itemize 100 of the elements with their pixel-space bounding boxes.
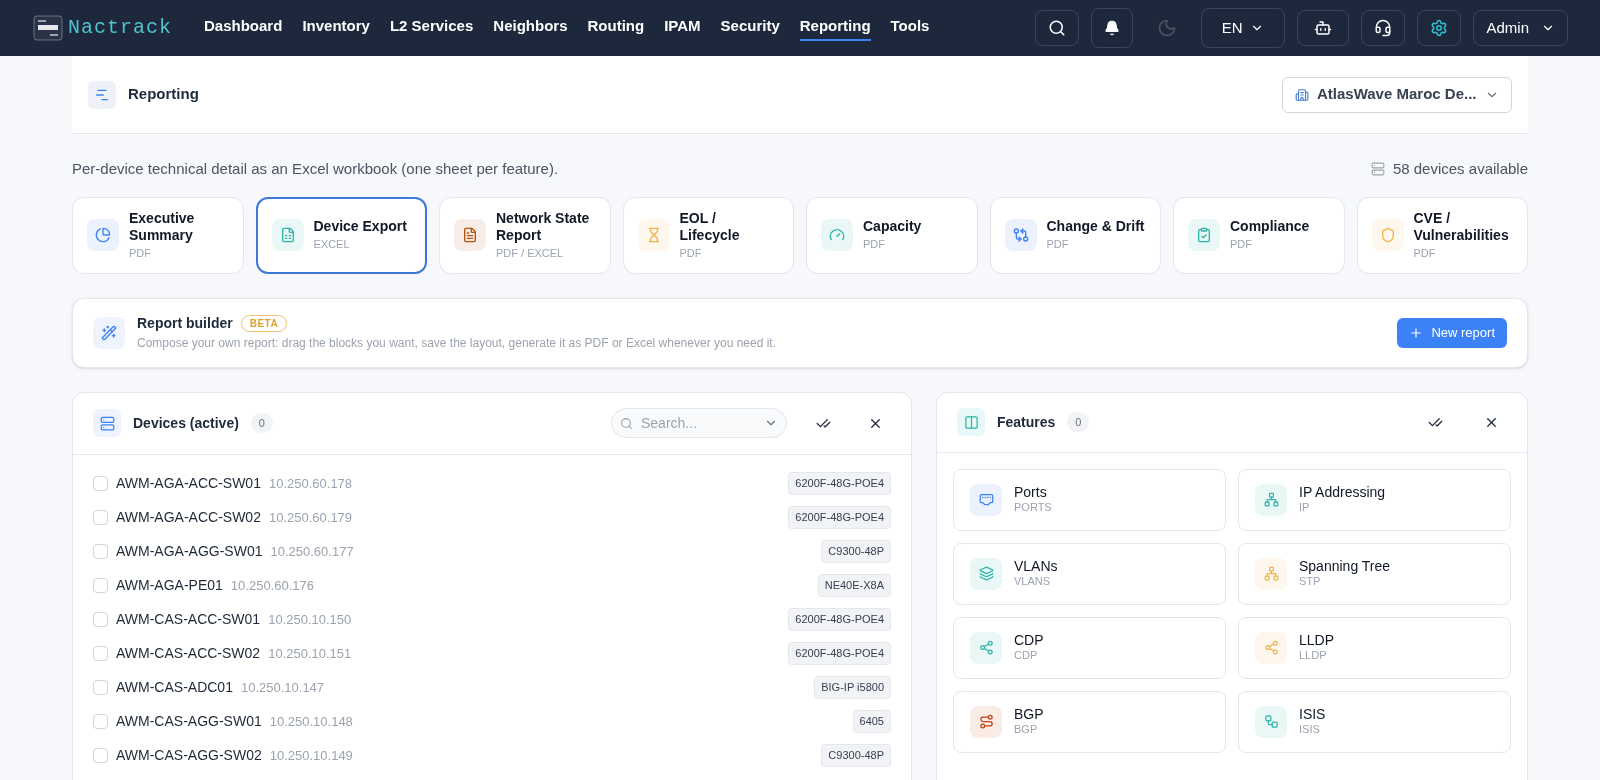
device-name: AWM-AGA-PE01 — [116, 576, 223, 595]
panel-title: Devices (active) — [133, 413, 239, 433]
report-type-card[interactable]: EOL / Lifecycle PDF — [622, 196, 794, 274]
device-ip: 10.250.10.149 — [269, 746, 353, 765]
feature-card[interactable]: IP Addressing IP — [1238, 468, 1511, 531]
nav-link[interactable]: L2 Services — [389, 14, 474, 42]
feature-title: LLDP — [1299, 631, 1335, 650]
report-type-card[interactable]: CVE / Vulnerabilities PDF — [1356, 196, 1528, 274]
nav-link[interactable]: Routing — [587, 14, 645, 42]
device-name: AWM-AGA-ACC-SW02 — [116, 508, 261, 527]
feature-code: VLANS — [1014, 575, 1052, 590]
device-name: AWM-CAS-AGG-SW01 — [116, 712, 262, 731]
user-menu-button[interactable]: Admin — [1473, 10, 1568, 46]
language-select[interactable]: EN — [1200, 8, 1286, 48]
feature-title: VLANs — [1014, 557, 1058, 576]
report-format: PDF — [129, 246, 152, 261]
panel-title: Features — [997, 412, 1056, 432]
nav-link[interactable]: Inventory — [302, 14, 370, 42]
settings-button[interactable] — [1417, 10, 1462, 46]
device-name: AWM-CAS-ADC01 — [116, 678, 233, 697]
report-format: EXCEL — [313, 237, 351, 252]
model-tag: 6200F-48G-POE4 — [788, 506, 891, 529]
device-ip: 10.250.10.150 — [268, 610, 352, 629]
report-type-card[interactable]: Compliance PDF — [1173, 196, 1345, 274]
model-tag: 6200F-48G-POE4 — [788, 642, 891, 665]
device-search-field[interactable]: Search... — [611, 408, 787, 438]
report-format: PDF — [863, 237, 886, 252]
notifications-button[interactable] — [1090, 8, 1133, 48]
plus-icon — [1409, 325, 1424, 340]
model-tag: C9300-48P — [821, 744, 891, 767]
checkbox[interactable] — [93, 544, 108, 559]
model-tag: 6200F-48G-POE4 — [788, 472, 891, 495]
report-type-card[interactable]: Executive Summary PDF — [72, 196, 244, 274]
search-input[interactable]: Search... — [641, 412, 741, 434]
nav-link[interactable]: Neighbors — [493, 14, 568, 42]
support-button[interactable] — [1361, 10, 1406, 46]
feature-card[interactable]: LLDP LLDP — [1238, 616, 1511, 679]
feature-code: CDP — [1014, 649, 1039, 664]
columns-icon — [957, 408, 985, 436]
site-select[interactable]: AtlasWave Maroc De... — [1282, 76, 1512, 113]
report-type-title: EOL / Lifecycle — [679, 209, 741, 245]
checkbox[interactable] — [93, 748, 108, 763]
assistant-button[interactable] — [1297, 10, 1350, 46]
report-type-card[interactable]: Change & Drift PDF — [989, 196, 1161, 274]
server-icon — [93, 409, 121, 437]
report-type-title: Network State Report — [496, 209, 591, 245]
report-format: PDF — [1413, 246, 1437, 261]
device-name: AWM-CAS-ACC-SW02 — [116, 644, 261, 663]
count-badge: 0 — [250, 412, 273, 434]
magic-wand-icon — [93, 316, 125, 349]
feature-title: BGP — [1014, 705, 1044, 724]
nav-link[interactable]: Security — [720, 14, 780, 42]
nav-link[interactable]: IPAM — [664, 14, 701, 42]
report-type-title: Compliance — [1230, 218, 1310, 236]
search-icon — [620, 416, 633, 430]
device-name: AWM-AGA-AGG-SW01 — [116, 542, 263, 561]
device-name: AWM-AGA-ACC-SW01 — [116, 474, 261, 493]
logo-text: Nactrack — [68, 15, 172, 41]
checkbox[interactable] — [93, 680, 108, 695]
feature-code: ISIS — [1299, 723, 1321, 738]
new-report-button[interactable]: New report — [1397, 317, 1507, 348]
device-name: AWM-CAS-ACC-SW01 — [116, 610, 261, 629]
report-type-card[interactable]: Capacity PDF — [806, 196, 978, 274]
feature-code: STP — [1299, 575, 1322, 590]
device-ip: 10.250.10.151 — [268, 644, 352, 663]
checkbox[interactable] — [93, 714, 108, 729]
search-button[interactable] — [1034, 10, 1079, 46]
nav-link[interactable]: Dashboard — [204, 14, 283, 42]
nav-link[interactable]: Tools — [890, 14, 930, 42]
feature-card[interactable]: Spanning Tree STP — [1238, 542, 1511, 605]
settings-icon — [1430, 19, 1449, 37]
feature-card[interactable]: Ports PORTS — [953, 468, 1226, 531]
checkbox[interactable] — [93, 612, 108, 627]
headset-icon — [1374, 19, 1393, 37]
checkbox[interactable] — [93, 578, 108, 593]
report-builder-title: Report builder — [137, 314, 233, 333]
device-ip: 10.250.10.148 — [269, 712, 353, 731]
building-icon — [1295, 87, 1309, 102]
feature-code: BGP — [1014, 723, 1039, 738]
model-tag: 6405 — [852, 710, 891, 733]
checkbox[interactable] — [93, 510, 108, 525]
checkbox[interactable] — [93, 646, 108, 661]
report-format: PDF / EXCEL — [496, 246, 565, 261]
nav-link[interactable]: Reporting — [799, 14, 871, 42]
feature-card[interactable]: VLANs VLANS — [953, 542, 1226, 605]
server-icon — [1370, 162, 1385, 177]
reporting-icon — [88, 80, 116, 109]
search-icon — [1047, 19, 1066, 37]
report-type-title: Change & Drift — [1046, 218, 1145, 236]
report-type-card[interactable]: Network State Report PDF / EXCEL — [439, 196, 611, 274]
feature-card[interactable]: CDP CDP — [953, 616, 1226, 679]
feature-code: LLDP — [1299, 649, 1328, 664]
feature-card[interactable]: BGP BGP — [953, 690, 1226, 753]
report-type-title: Executive Summary — [129, 209, 196, 245]
report-type-card[interactable]: Device Export EXCEL — [255, 196, 427, 274]
feature-card[interactable]: ISIS ISIS — [1238, 690, 1511, 753]
device-ip: 10.250.60.178 — [268, 474, 353, 493]
model-tag: 6200F-48G-POE4 — [788, 608, 891, 631]
count-badge: 0 — [1067, 411, 1090, 433]
checkbox[interactable] — [93, 476, 108, 491]
